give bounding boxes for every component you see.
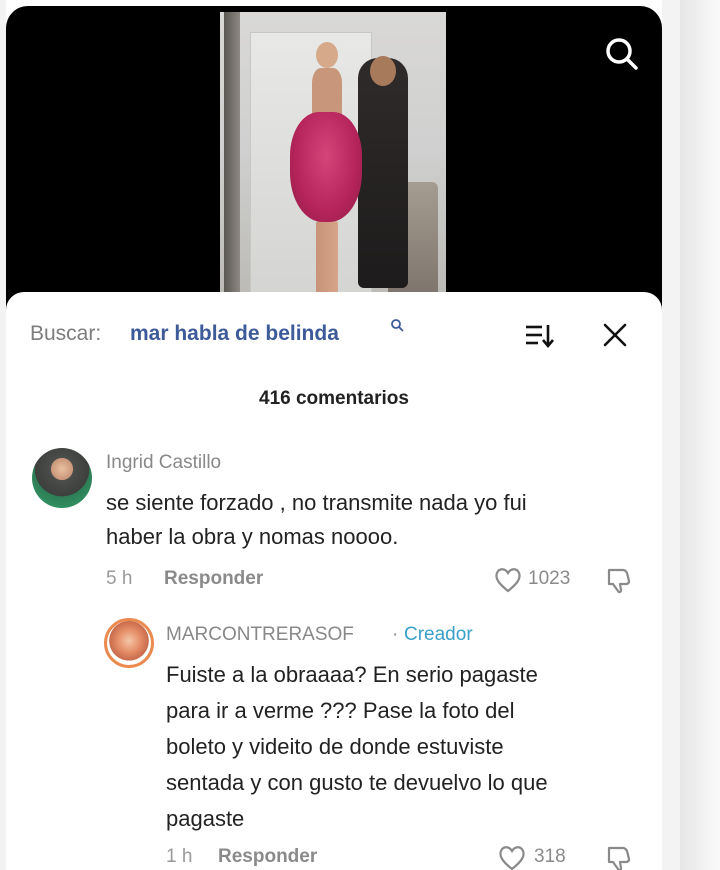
like-count: 318 [534, 846, 566, 867]
dislike-icon[interactable] [606, 566, 632, 594]
search-icon[interactable] [602, 34, 642, 74]
video-pink-dress [290, 112, 362, 222]
comments-sheet: Buscar: mar habla de belinda 416 comenta… [6, 292, 662, 870]
video-stylist-head [370, 56, 396, 86]
heart-icon[interactable] [498, 845, 526, 870]
search-label: Buscar: [30, 322, 102, 345]
video-person-legs [316, 220, 338, 300]
app-screen: Buscar: mar habla de belinda 416 comenta… [6, 0, 662, 870]
heart-icon[interactable] [494, 567, 522, 593]
video-person-head [316, 42, 338, 68]
background-edge [680, 0, 720, 870]
comments-count: 416 comentarios [259, 388, 409, 409]
dislike-icon[interactable] [606, 844, 632, 870]
comment-text-line: se siente forzado , no transmite nada yo… [106, 490, 527, 515]
search-query-link[interactable]: mar habla de belinda [130, 322, 339, 346]
reply-text-line: boleto y videito de donde estuviste [166, 734, 504, 759]
close-icon[interactable] [602, 322, 628, 348]
creator-badge: Creador [404, 624, 473, 645]
like-count: 1023 [528, 568, 571, 589]
comment-text-line: haber la obra y nomas noooo. [106, 524, 399, 549]
separator-dot: · [392, 624, 399, 645]
reply-text-line: sentada y con gusto te devuelvo lo que [166, 770, 548, 795]
sort-icon[interactable] [524, 322, 554, 350]
reply-button[interactable]: Responder [164, 568, 263, 590]
video-door [224, 12, 240, 316]
reply-author[interactable]: MARCONTRERASOF [166, 624, 354, 646]
reply-text-line: Fuiste a la obraaaa? En serio pagaste [166, 662, 538, 687]
reply-text-line: para ir a verme ??? Pase la foto del [166, 698, 515, 723]
video-frame [220, 12, 446, 316]
avatar[interactable] [32, 448, 92, 508]
reply-text-line: pagaste [166, 806, 245, 831]
small-search-icon [391, 319, 404, 332]
comment-author[interactable]: Ingrid Castillo [106, 452, 221, 474]
reply-button[interactable]: Responder [218, 846, 317, 868]
reply-time: 1 h [166, 846, 193, 867]
comment-time: 5 h [106, 568, 133, 589]
video-stylist [358, 58, 408, 288]
video-person-torso [312, 68, 342, 118]
avatar[interactable] [104, 618, 154, 668]
video-player[interactable] [6, 6, 662, 316]
